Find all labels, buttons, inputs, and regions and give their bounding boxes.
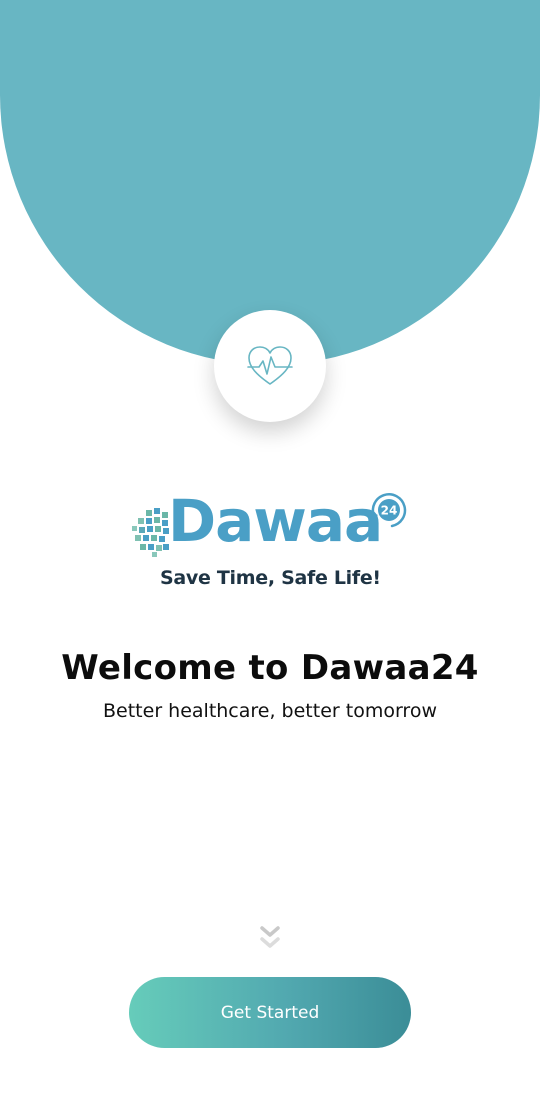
logo-tagline: Save Time, Safe Life! bbox=[160, 567, 381, 589]
welcome-subtitle: Better healthcare, better tomorrow bbox=[103, 700, 437, 722]
welcome-screen: Dawaa 24 Save Time, Safe Life! Welcome t… bbox=[0, 0, 540, 1105]
heart-pulse-icon bbox=[247, 346, 293, 385]
get-started-button[interactable]: Get Started bbox=[129, 977, 411, 1048]
welcome-title: Welcome to Dawaa24 bbox=[61, 648, 479, 688]
logo-24-badge: 24 bbox=[371, 493, 407, 528]
logo-wordmark: Dawaa bbox=[168, 487, 383, 555]
logo-pixel-mark bbox=[132, 508, 169, 557]
heart-badge bbox=[214, 310, 326, 422]
logo-badge-number: 24 bbox=[381, 504, 398, 518]
double-chevron-down-icon bbox=[260, 926, 280, 948]
dawaa24-logo: Dawaa 24 Save Time, Safe Life! bbox=[130, 490, 410, 595]
